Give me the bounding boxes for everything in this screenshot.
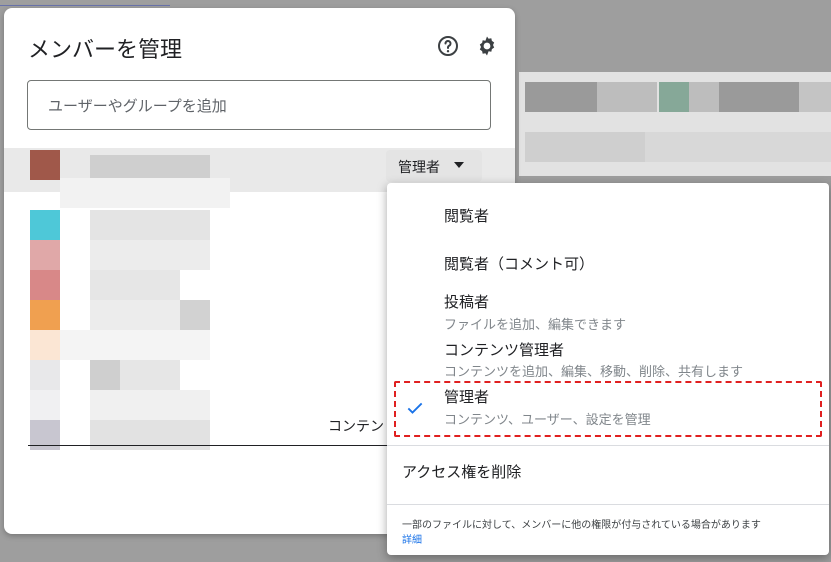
help-circle-icon[interactable] (436, 34, 460, 58)
role-dropdown-button[interactable]: 管理者 (386, 150, 482, 182)
remove-access-item[interactable]: アクセス権を削除 (402, 461, 521, 482)
avatar (30, 360, 60, 390)
member-list (4, 148, 384, 450)
role-dropdown-label: 管理者 (398, 160, 440, 176)
background-link (0, 0, 170, 6)
menu-item-manager-desc: コンテンツ、ユーザー、設定を管理 (444, 413, 651, 428)
footer-note: 一部のファイルに対して、メンバーに他の権限が付与されている場合があります (402, 520, 761, 531)
menu-item-contributor-desc: ファイルを追加、編集できます (444, 318, 627, 333)
avatar (30, 300, 60, 330)
avatar (30, 390, 60, 420)
details-link[interactable]: 詳細 (402, 531, 422, 546)
menu-item-manager[interactable]: 管理者 (444, 386, 489, 407)
caret-down-icon (454, 162, 464, 168)
checkmark-icon (405, 398, 425, 418)
menu-item-contributor[interactable]: 投稿者 (444, 291, 489, 312)
menu-divider (387, 445, 829, 446)
role-menu: 閲覧者 閲覧者（コメント可） 投稿者 ファイルを追加、編集できます コンテンツ管… (387, 183, 829, 555)
gear-icon[interactable] (475, 34, 499, 58)
dialog-title: メンバーを管理 (28, 38, 183, 63)
avatar (30, 270, 60, 300)
menu-item-content-manager[interactable]: コンテンツ管理者 (444, 339, 564, 360)
background-header-blur (519, 72, 831, 176)
avatar (30, 330, 60, 360)
avatar (30, 210, 60, 240)
add-member-input[interactable]: ユーザーやグループを追加 (27, 80, 491, 130)
menu-item-content-manager-desc: コンテンツを追加、編集、移動、削除、共有します (444, 365, 744, 380)
avatar (30, 150, 60, 180)
menu-item-commenter[interactable]: 閲覧者（コメント可） (444, 253, 594, 274)
menu-item-viewer[interactable]: 閲覧者 (444, 205, 489, 226)
avatar (30, 240, 60, 270)
menu-divider (387, 504, 829, 505)
member-role-label: コンテン (328, 419, 384, 435)
